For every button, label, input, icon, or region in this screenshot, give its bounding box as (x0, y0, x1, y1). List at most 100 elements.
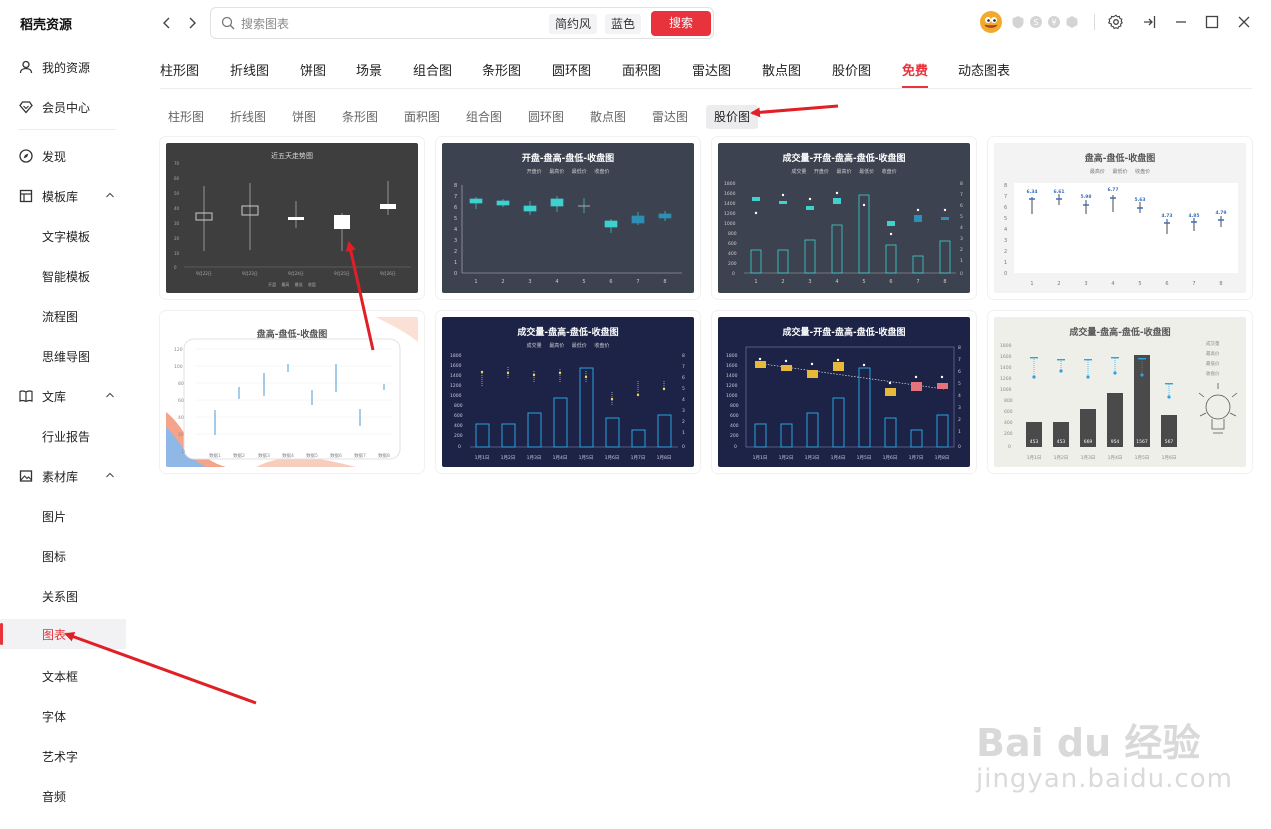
template-card[interactable]: 近五天走势图 70 60 50 40 30 20 10 0 9月22日 9月23… (160, 137, 424, 299)
sidebar-item-label: 流程图 (42, 309, 79, 324)
y-tick: 6 (454, 205, 457, 211)
tab-radar[interactable]: 雷达图 (692, 60, 731, 79)
subtab-donut[interactable]: 圆环图 (520, 105, 572, 129)
y-tick: 400 (728, 251, 737, 257)
x-tick: 9月26日 (380, 271, 396, 276)
sidebar-item-text-templates[interactable]: 文字模板 (0, 221, 126, 251)
data-label: 669 (1084, 439, 1093, 445)
template-card[interactable]: 120 100 80 60 40 20 0 数据1 数据2 数据3 数据4 数据… (160, 311, 424, 473)
sidebar-item-wordart[interactable]: 艺术字 (0, 741, 126, 771)
sidebar-item-library[interactable]: 文库 (0, 381, 126, 411)
tab-scene[interactable]: 场景 (356, 60, 382, 79)
template-card[interactable]: 成交量-盘高-盘低-收盘图 成交量 最高价 最低价 收盘价 1800 1600 14… (436, 311, 700, 473)
sidebar: 稻壳资源 我的资源 会员中心 发现 模板库 文字模板 智能模板 流程图 思维导图… (0, 0, 140, 829)
tab-free[interactable]: 免费 (902, 60, 929, 88)
settings-button[interactable] (1105, 11, 1127, 33)
tab-combo[interactable]: 组合图 (413, 60, 452, 79)
subtab-line[interactable]: 折线图 (222, 105, 274, 129)
tab-scatter[interactable]: 散点图 (762, 60, 801, 79)
badge-icon[interactable] (1010, 11, 1026, 33)
search-input[interactable] (241, 14, 541, 34)
template-card[interactable]: 成交量-开盘-盘高-盘低-收盘图 1800 1600 1400 1200 1000 800… (712, 311, 976, 473)
sidebar-item-label: 字体 (42, 709, 67, 724)
template-card[interactable]: 成交量-开盘-盘高-盘低-收盘图 成交量 开盘价 最高价 最低价 收盘价 180… (712, 137, 976, 299)
chart-thumbnail: 成交量-盘高-盘低-收盘图 成交量 最高价 最低价 收盘价 1800 1600 14… (442, 317, 694, 467)
forward-button[interactable] (183, 14, 201, 32)
close-button[interactable] (1233, 11, 1255, 33)
subtab-combo[interactable]: 组合图 (458, 105, 510, 129)
sidebar-item-discover[interactable]: 发现 (0, 141, 126, 171)
y-tick: 1800 (726, 353, 738, 359)
sidebar-item-membership[interactable]: 会员中心 (0, 92, 126, 122)
y-tick: 1 (1004, 260, 1007, 266)
x-tick: 1月3日 (527, 455, 542, 461)
sidebar-item-icons[interactable]: 图标 (0, 541, 126, 571)
sidebar-item-my-resources[interactable]: 我的资源 (0, 52, 126, 82)
coin-icon[interactable]: ¥ (1046, 11, 1062, 33)
y-tick: 0 (734, 444, 737, 450)
tab-area[interactable]: 面积图 (622, 60, 661, 79)
sidebar-item-textbox[interactable]: 文本框 (0, 661, 126, 691)
sidebar-item-mindmap[interactable]: 思维导图 (0, 341, 126, 371)
x-tick: 数据1 (209, 452, 221, 459)
template-card[interactable]: 成交量-盘高-盘低-收盘图 1800 1600 1400 1200 1000 800 600… (988, 311, 1252, 473)
avatar[interactable] (979, 10, 1003, 34)
tab-bar[interactable]: 条形图 (482, 60, 521, 79)
template-card[interactable]: 开盘-盘高-盘低-收盘图 开盘价 最高价 最低价 收盘价 8 7 6 5 4 3… (436, 137, 700, 299)
subtab-bar[interactable]: 条形图 (334, 105, 386, 129)
x-tick: 4 (555, 279, 558, 285)
maximize-icon (1205, 15, 1219, 29)
chart-thumbnail: 盘高-盘低-收盘图 最高价 最低价 收盘价 8 7 6 5 4 3 2 1 0 … (994, 143, 1246, 293)
x-tick: 9月24日 (288, 271, 304, 276)
x-tick: 6 (609, 279, 612, 285)
search-tag-blue[interactable]: 蓝色 (605, 14, 642, 34)
y-tick: 60 (174, 176, 180, 181)
tab-line[interactable]: 折线图 (230, 60, 269, 79)
y-tick: 30 (174, 221, 180, 226)
x-tick: 9月22日 (196, 271, 212, 276)
tab-dynamic[interactable]: 动态图表 (958, 60, 1010, 79)
sidebar-item-materials[interactable]: 素材库 (0, 461, 126, 491)
vip-icon[interactable] (1064, 11, 1080, 33)
subtab-area[interactable]: 面积图 (396, 105, 448, 129)
tab-donut[interactable]: 圆环图 (552, 60, 591, 79)
tab-pie[interactable]: 饼图 (300, 60, 326, 79)
sidebar-item-fonts[interactable]: 字体 (0, 701, 126, 731)
sidebar-item-charts[interactable]: 图表 (0, 619, 126, 649)
subtab-column[interactable]: 柱形图 (160, 105, 212, 129)
template-card[interactable]: 盘高-盘低-收盘图 最高价 最低价 收盘价 8 7 6 5 4 3 2 1 0 … (988, 137, 1252, 299)
sidebar-item-templates[interactable]: 模板库 (0, 181, 126, 211)
legend-item: 最高价 (1206, 350, 1220, 357)
x-tick: 1月2日 (779, 455, 794, 461)
x-tick: 1月2日 (501, 455, 516, 461)
search-button[interactable]: 搜索 (651, 11, 711, 36)
y-tick: 3 (454, 238, 457, 244)
x-tick: 2 (501, 279, 504, 285)
sidebar-item-flowchart[interactable]: 流程图 (0, 301, 126, 331)
x-tick: 2 (781, 279, 784, 285)
export-button[interactable] (1139, 11, 1161, 33)
back-button[interactable] (158, 14, 176, 32)
y-tick: 0 (174, 265, 177, 270)
sidebar-item-smart-templates[interactable]: 智能模板 (0, 261, 126, 291)
tab-column[interactable]: 柱形图 (160, 60, 199, 79)
x-tick: 9月25日 (334, 271, 350, 276)
sidebar-item-industry-reports[interactable]: 行业报告 (0, 421, 126, 451)
maximize-button[interactable] (1201, 11, 1223, 33)
super-member-icon[interactable]: S (1028, 11, 1044, 33)
search-tag-simple[interactable]: 简约风 (549, 14, 598, 34)
sidebar-item-pictures[interactable]: 图片 (0, 501, 126, 531)
minimize-button[interactable] (1170, 11, 1192, 33)
x-tick: 1 (754, 279, 757, 285)
y-tick: 40 (174, 206, 180, 211)
sidebar-item-relation-charts[interactable]: 关系图 (0, 581, 126, 611)
y2-tick: 6 (682, 375, 685, 381)
y-tick: 100 (174, 364, 183, 370)
sidebar-item-audio[interactable]: 音频 (0, 781, 126, 811)
subtab-pie[interactable]: 饼图 (284, 105, 324, 129)
subtab-radar[interactable]: 雷达图 (644, 105, 696, 129)
subtab-stock[interactable]: 股价图 (706, 105, 759, 129)
tab-stock[interactable]: 股价图 (832, 60, 871, 79)
x-tick: 7 (636, 279, 639, 285)
subtab-scatter[interactable]: 散点图 (582, 105, 634, 129)
